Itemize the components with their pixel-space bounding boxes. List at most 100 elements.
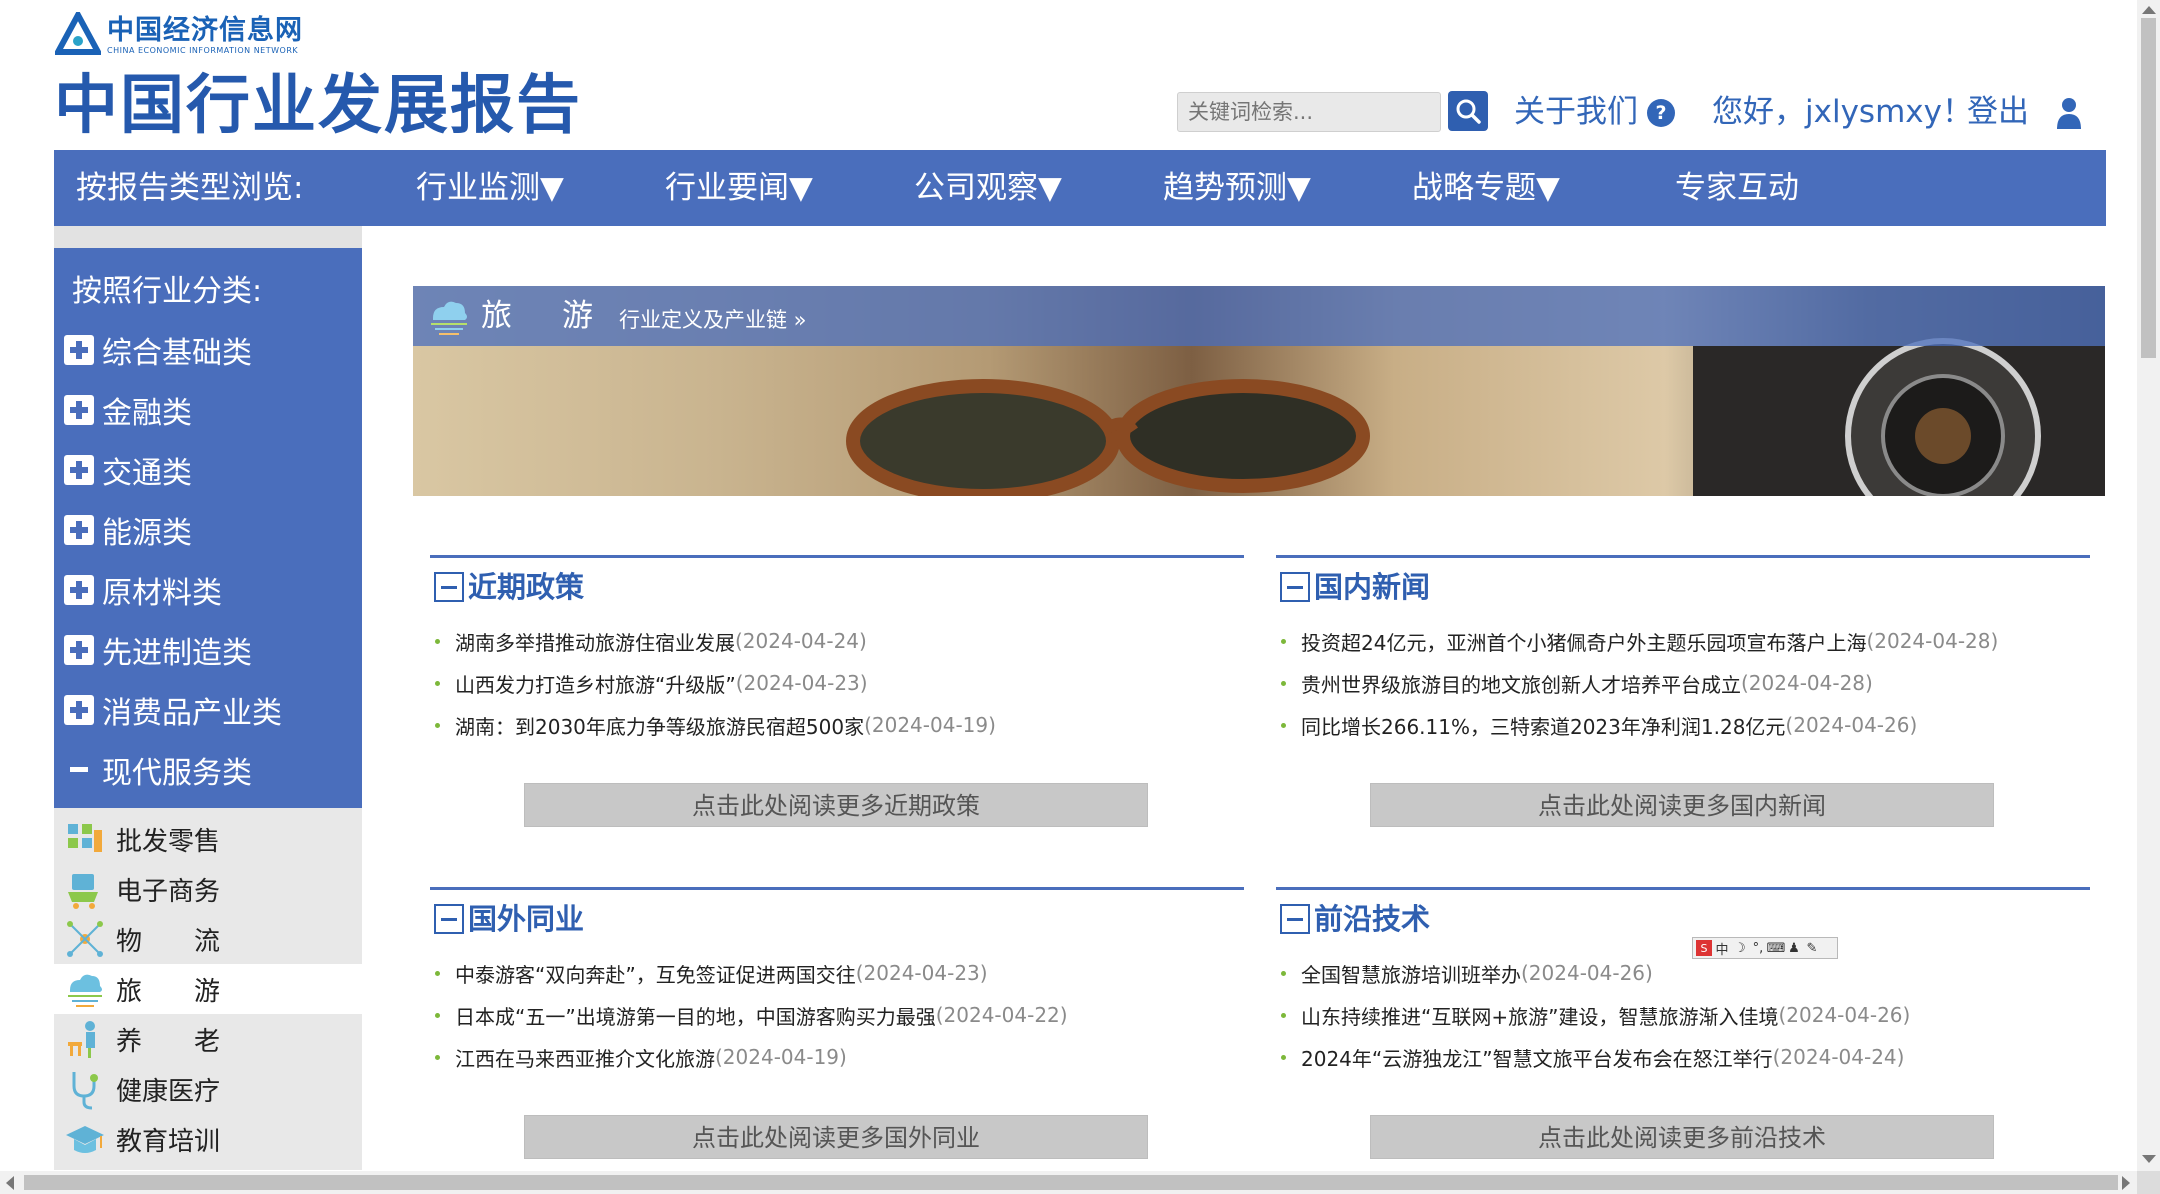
- section-header[interactable]: 国外同业: [434, 897, 584, 941]
- section-divider: [430, 555, 1244, 558]
- section-header[interactable]: 国内新闻: [1280, 565, 1430, 609]
- sidebar-subitem[interactable]: 养 老: [54, 1014, 362, 1064]
- expand-icon: [64, 695, 94, 725]
- sidebar-spacer: [54, 226, 362, 248]
- ecommerce-cart-icon: [68, 874, 98, 909]
- news-date: (2024-04-22): [935, 1003, 1068, 1027]
- wrench-icon[interactable]: ✎: [1804, 940, 1820, 956]
- nav-trend-forecast[interactable]: 趋势预测▼: [1163, 150, 1311, 226]
- search-button[interactable]: [1448, 91, 1488, 131]
- search-icon: [1456, 99, 1481, 124]
- scroll-down-icon[interactable]: [2142, 1155, 2156, 1163]
- read-more-foreign-button[interactable]: 点击此处阅读更多国外同业: [524, 1115, 1148, 1159]
- read-more-tech-button[interactable]: 点击此处阅读更多前沿技术: [1370, 1115, 1994, 1159]
- bullet-icon: [435, 680, 440, 686]
- sidebar-subitem[interactable]: 物 流: [54, 914, 362, 964]
- help-icon[interactable]: ?: [1647, 99, 1675, 127]
- section-title: 国外同业: [468, 902, 585, 936]
- sidebar-sublist: 批发零售 电子商务 物 流 旅 游 养 老 健康医疗 教育培训: [54, 808, 362, 1170]
- news-date: (2024-04-28): [1741, 671, 1873, 695]
- news-item[interactable]: 全国智慧旅游培训班举办 (2024-04-26): [1281, 953, 2091, 993]
- bullet-icon: [1281, 680, 1286, 686]
- expand-icon: [64, 335, 94, 365]
- moon-icon[interactable]: ☽: [1732, 940, 1748, 956]
- logout-link[interactable]: 登出: [1967, 92, 2029, 132]
- category-label: 消费品产业类: [102, 696, 282, 731]
- nav-expert-interaction[interactable]: 专家互动: [1675, 150, 1799, 226]
- expand-icon: [64, 635, 94, 665]
- news-date: (2024-04-19): [715, 1045, 847, 1069]
- category-label: 能源类: [102, 516, 192, 551]
- site-logo[interactable]: 中国经济信息网 CHINA ECONOMIC INFORMATION NETWO…: [55, 12, 303, 58]
- scroll-up-icon[interactable]: [2142, 6, 2156, 14]
- sidebar-subitem[interactable]: 批发零售: [54, 814, 362, 864]
- expand-icon: [64, 515, 94, 545]
- section-divider: [1276, 887, 2090, 890]
- nav-strategy-topics[interactable]: 战略专题▼: [1412, 150, 1560, 226]
- ime-logo-icon[interactable]: S: [1696, 940, 1712, 956]
- news-item[interactable]: 湖南：到2030年底力争等级旅游民宿超500家 (2024-04-19): [435, 705, 1245, 745]
- sidebar-category[interactable]: 先进制造类: [64, 628, 252, 672]
- sidebar-category[interactable]: 交通类: [64, 448, 192, 492]
- search-input[interactable]: [1177, 92, 1441, 132]
- news-item[interactable]: 投资超24亿元，亚洲首个小猪佩奇户外主题乐园项宣布落户上海 (2024-04-28…: [1281, 621, 2091, 661]
- bullet-icon: [1281, 970, 1286, 976]
- news-item[interactable]: 日本成“五一”出境游第一目的地，中国游客购买力最强 (2024-04-22): [435, 995, 1245, 1035]
- news-item[interactable]: 贵州世界级旅游目的地文旅创新人才培养平台成立 (2024-04-28): [1281, 663, 2091, 703]
- scroll-right-icon[interactable]: [2122, 1176, 2130, 1190]
- read-more-domestic-button[interactable]: 点击此处阅读更多国内新闻: [1370, 783, 1994, 827]
- category-label: 交通类: [102, 456, 192, 491]
- read-more-policy-button[interactable]: 点击此处阅读更多近期政策: [524, 783, 1148, 827]
- news-title: 中泰游客“双向奔赴”，互免签证促进两国交往: [455, 962, 856, 987]
- news-item[interactable]: 湖南多举措推动旅游住宿业发展 (2024-04-24): [435, 621, 1245, 661]
- sidebar-category-expanded[interactable]: 现代服务类: [64, 748, 252, 792]
- scroll-left-icon[interactable]: [6, 1176, 14, 1190]
- vertical-scroll-thumb[interactable]: [2141, 18, 2156, 358]
- category-label: 现代服务类: [102, 756, 252, 791]
- elderly-care-icon: [68, 1021, 95, 1058]
- news-date: (2024-04-23): [855, 961, 988, 985]
- industry-definition-link[interactable]: 行业定义及产业链 »: [619, 302, 807, 338]
- vertical-scrollbar[interactable]: [2137, 0, 2160, 1171]
- news-item[interactable]: 中泰游客“双向奔赴”，互免签证促进两国交往 (2024-04-23): [435, 953, 1245, 993]
- sidebar-subitem[interactable]: 健康医疗: [54, 1064, 362, 1114]
- sidebar-subitem[interactable]: 教育培训: [54, 1114, 362, 1164]
- main-nav: 按报告类型浏览: 行业监测▼ 行业要闻▼ 公司观察▼ 趋势预测▼ 战略专题▼ 专…: [54, 150, 2106, 226]
- user-icon[interactable]: ♟: [1786, 940, 1802, 956]
- stethoscope-icon: [72, 1072, 98, 1110]
- sidebar-subitem-active[interactable]: 旅 游: [54, 964, 362, 1014]
- bullet-icon: [435, 638, 440, 644]
- category-label: 金融类: [102, 396, 192, 431]
- ime-toolbar[interactable]: S 中 ☽ °, ⌨ ♟ ✎: [1692, 937, 1838, 959]
- keyboard-icon[interactable]: ⌨: [1767, 940, 1786, 956]
- expand-icon: [64, 395, 94, 425]
- logistics-network-icon: [67, 921, 103, 957]
- nav-company-watch[interactable]: 公司观察▼: [914, 150, 1062, 226]
- news-item[interactable]: 2024年“云游独龙江”智慧文旅平台发布会在怒江举行 (2024-04-24): [1281, 1037, 2091, 1077]
- news-item[interactable]: 山东持续推进“互联网+旅游”建设，智慧旅游渐入佳境 (2024-04-26): [1281, 995, 2091, 1035]
- sidebar-category[interactable]: 金融类: [64, 388, 192, 432]
- news-item[interactable]: 山西发力打造乡村旅游“升级版” (2024-04-23): [435, 663, 1245, 703]
- section-header[interactable]: 前沿技术: [1280, 897, 1430, 941]
- news-title: 贵州世界级旅游目的地文旅创新人才培养平台成立: [1301, 672, 1741, 697]
- sidebar-category[interactable]: 原材料类: [64, 568, 222, 612]
- section-header[interactable]: 近期政策: [434, 565, 584, 609]
- about-us-link[interactable]: 关于我们: [1514, 92, 1638, 132]
- user-icon[interactable]: [2054, 96, 2084, 130]
- news-item[interactable]: 同比增长266.11%，三特索道2023年净利润1.28亿元 (2024-04-2…: [1281, 705, 2091, 745]
- news-title: 投资超24亿元，亚洲首个小猪佩奇户外主题乐园项宣布落户上海: [1301, 630, 1867, 655]
- nav-industry-monitoring[interactable]: 行业监测▼: [416, 150, 564, 226]
- sidebar-category[interactable]: 能源类: [64, 508, 192, 552]
- nav-industry-news[interactable]: 行业要闻▼: [665, 150, 813, 226]
- horizontal-scrollbar[interactable]: [0, 1171, 2137, 1194]
- news-item[interactable]: 江西在马来西亚推介文化旅游 (2024-04-19): [435, 1037, 1245, 1077]
- ime-lang-toggle[interactable]: 中: [1714, 940, 1730, 958]
- section-title: 前沿技术: [1314, 902, 1431, 936]
- sidebar-category[interactable]: 综合基础类: [64, 328, 252, 372]
- horizontal-scroll-thumb[interactable]: [24, 1175, 2118, 1190]
- sidebar-subitem[interactable]: 电子商务: [54, 864, 362, 914]
- expand-icon: [64, 575, 94, 605]
- sidebar-category[interactable]: 消费品产业类: [64, 688, 282, 732]
- section-recent-policy: 近期政策 湖南多举措推动旅游住宿业发展 (2024-04-24) 山西发力打造乡村…: [430, 555, 1244, 835]
- punctuation-icon[interactable]: °,: [1750, 940, 1766, 956]
